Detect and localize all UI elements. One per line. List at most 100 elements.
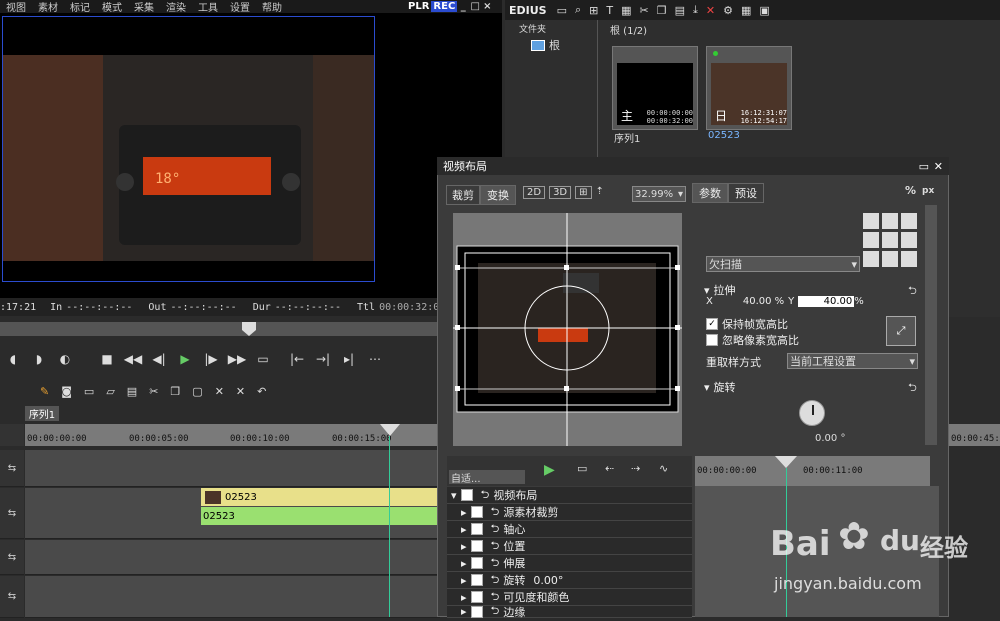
keep-aspect-checkbox[interactable]: ✓: [706, 318, 718, 330]
root-folder[interactable]: 根: [505, 37, 597, 53]
rotate-value[interactable]: 0.00 °: [815, 433, 845, 444]
layout-preview-canvas[interactable]: [453, 213, 682, 446]
expand-icon[interactable]: ▸: [461, 540, 467, 553]
loop-icon[interactable]: ▭: [252, 349, 274, 369]
tree-row-stretch[interactable]: ▸ ⮌ 伸展: [447, 555, 692, 572]
timeline-playhead-icon[interactable]: [380, 424, 400, 436]
enable-checkbox[interactable]: [470, 574, 483, 586]
in-timecode[interactable]: --:--:--:--: [66, 302, 132, 313]
settings-icon[interactable]: ▣: [759, 4, 769, 17]
sequence-tab[interactable]: 序列1: [25, 406, 59, 421]
enable-checkbox[interactable]: [470, 557, 483, 569]
zoom-select[interactable]: 32.99% ▾: [632, 186, 686, 202]
out-timecode[interactable]: --:--:--:--: [170, 302, 236, 313]
tab-params[interactable]: 参数: [692, 183, 728, 203]
track-head-v1[interactable]: ⇆: [0, 450, 24, 487]
expand-icon[interactable]: ▾: [704, 381, 710, 394]
add-to-timeline-icon[interactable]: ⤓: [693, 3, 698, 17]
auto-select[interactable]: 自适...: [449, 470, 525, 485]
paste-icon[interactable]: ▢: [192, 385, 202, 398]
enable-checkbox[interactable]: [470, 591, 483, 603]
view-2d-button[interactable]: 2D: [523, 186, 546, 199]
expand-icon[interactable]: ▸: [461, 557, 467, 570]
tree-row-edge[interactable]: ▸ ⮌ 边缘: [447, 604, 692, 619]
mode-indicator[interactable]: PLR REC _ □ ×: [408, 0, 493, 13]
menu-settings[interactable]: 设置: [224, 0, 256, 14]
add-clip-icon[interactable]: ⊞: [589, 4, 598, 17]
tree-row-visibility[interactable]: ▸ ⮌ 可见度和颜色: [447, 589, 692, 606]
rotate-knob[interactable]: [799, 400, 825, 426]
cut-icon[interactable]: ✂: [640, 4, 649, 17]
enable-checkbox[interactable]: [470, 523, 483, 535]
close-icon[interactable]: ✕: [934, 160, 943, 173]
stop-icon[interactable]: ■: [96, 349, 118, 369]
enable-checkbox[interactable]: [460, 489, 473, 501]
ignore-pixel-row[interactable]: 忽略像素宽高比: [706, 332, 799, 348]
cut-icon[interactable]: ✂: [149, 385, 158, 398]
menu-help[interactable]: 帮助: [256, 0, 288, 14]
menu-capture[interactable]: 采集: [128, 0, 160, 14]
menu-clip[interactable]: 素材: [32, 0, 64, 14]
enable-checkbox[interactable]: [470, 506, 483, 518]
expand-icon[interactable]: ▸: [461, 605, 467, 618]
grid-icon[interactable]: ⊞: [575, 186, 592, 199]
tree-row-position[interactable]: ▸ ⮌ 位置: [447, 538, 692, 555]
prev-keyframe-icon[interactable]: ⇠: [605, 462, 614, 475]
insert-icon[interactable]: |←: [286, 349, 308, 369]
delete-icon[interactable]: ✕: [215, 385, 224, 398]
enable-checkbox[interactable]: [470, 605, 483, 618]
camera-icon[interactable]: ◙: [61, 385, 72, 398]
marker-icon[interactable]: ▸|: [338, 349, 360, 369]
minimize-icon[interactable]: ▭: [919, 160, 929, 173]
timeline-ruler[interactable]: 00:00:00:00 00:00:05:00 00:00:10:00 00:0…: [25, 424, 440, 446]
tab-presets[interactable]: 预设: [728, 183, 764, 203]
step-forward-icon[interactable]: |▶: [200, 349, 222, 369]
expand-icon[interactable]: ▸: [461, 591, 467, 604]
play-icon[interactable]: ▶: [544, 462, 555, 478]
copy-icon[interactable]: ❐: [170, 385, 180, 398]
properties-icon[interactable]: ⚙: [723, 4, 733, 17]
snap-icon[interactable]: ⇡: [596, 186, 604, 199]
ripple-delete-icon[interactable]: ✕: [236, 385, 245, 398]
menu-render[interactable]: 渲染: [160, 0, 192, 14]
title-icon[interactable]: T: [606, 4, 613, 17]
unit-px-button[interactable]: px: [922, 186, 934, 196]
expand-icon[interactable]: ▾: [704, 284, 710, 297]
keyframe-playhead-icon[interactable]: [775, 456, 797, 468]
minimize-button[interactable]: _: [457, 1, 469, 13]
tree-row-rotate[interactable]: ▸ ⮌ 旋转 0.00°: [447, 572, 692, 589]
keyframe-ruler[interactable]: 00:00:00:00 00:00:11:00: [695, 456, 930, 486]
copy-icon[interactable]: ❐: [657, 4, 667, 17]
x-value[interactable]: 40.00 %: [743, 296, 784, 307]
track-head-a2[interactable]: ⇆: [0, 576, 24, 618]
unit-percent-button[interactable]: %: [905, 184, 916, 197]
expand-icon[interactable]: ▾: [451, 489, 457, 502]
fit-frame-icon[interactable]: ⤢: [886, 316, 916, 346]
underscan-select[interactable]: 欠扫描 ▾: [706, 256, 860, 272]
more-icon[interactable]: ⋯: [364, 349, 386, 369]
menu-mode[interactable]: 模式: [96, 0, 128, 14]
maximize-button[interactable]: □: [469, 1, 481, 13]
rec-indicator[interactable]: REC: [431, 1, 458, 12]
close-button[interactable]: ×: [481, 1, 493, 13]
params-scrollbar[interactable]: [925, 205, 937, 445]
track-a1[interactable]: [25, 540, 440, 575]
pen-icon[interactable]: ✎: [40, 385, 49, 398]
clip-thumbnail-video[interactable]: 日 16:12:31:07 16:12:54:17: [706, 46, 792, 130]
overwrite-icon[interactable]: →|: [312, 349, 334, 369]
video-layout-titlebar[interactable]: 视频布局 ▭ ✕: [437, 157, 949, 175]
view-3d-button[interactable]: 3D: [549, 186, 572, 199]
reset-icon[interactable]: ⮌: [908, 282, 917, 301]
expand-icon[interactable]: ▸: [461, 523, 467, 536]
tree-row-crop[interactable]: ▸ ⮌ 源素材裁剪: [447, 504, 692, 521]
tree-row-pivot[interactable]: ▸ ⮌ 轴心: [447, 521, 692, 538]
reset-icon[interactable]: ⮌: [908, 379, 917, 398]
paste-icon[interactable]: ▤: [675, 4, 685, 17]
player-scrub-bar[interactable]: [0, 322, 440, 336]
color-bar-icon[interactable]: ▦: [621, 4, 631, 17]
view-icon[interactable]: ▦: [741, 4, 751, 17]
graph-icon[interactable]: ∿: [659, 462, 668, 475]
rotate-section[interactable]: ▾ 旋转: [704, 379, 736, 395]
keep-aspect-row[interactable]: ✓ 保持帧宽高比: [706, 316, 788, 332]
preview-video[interactable]: 18°: [2, 16, 375, 282]
